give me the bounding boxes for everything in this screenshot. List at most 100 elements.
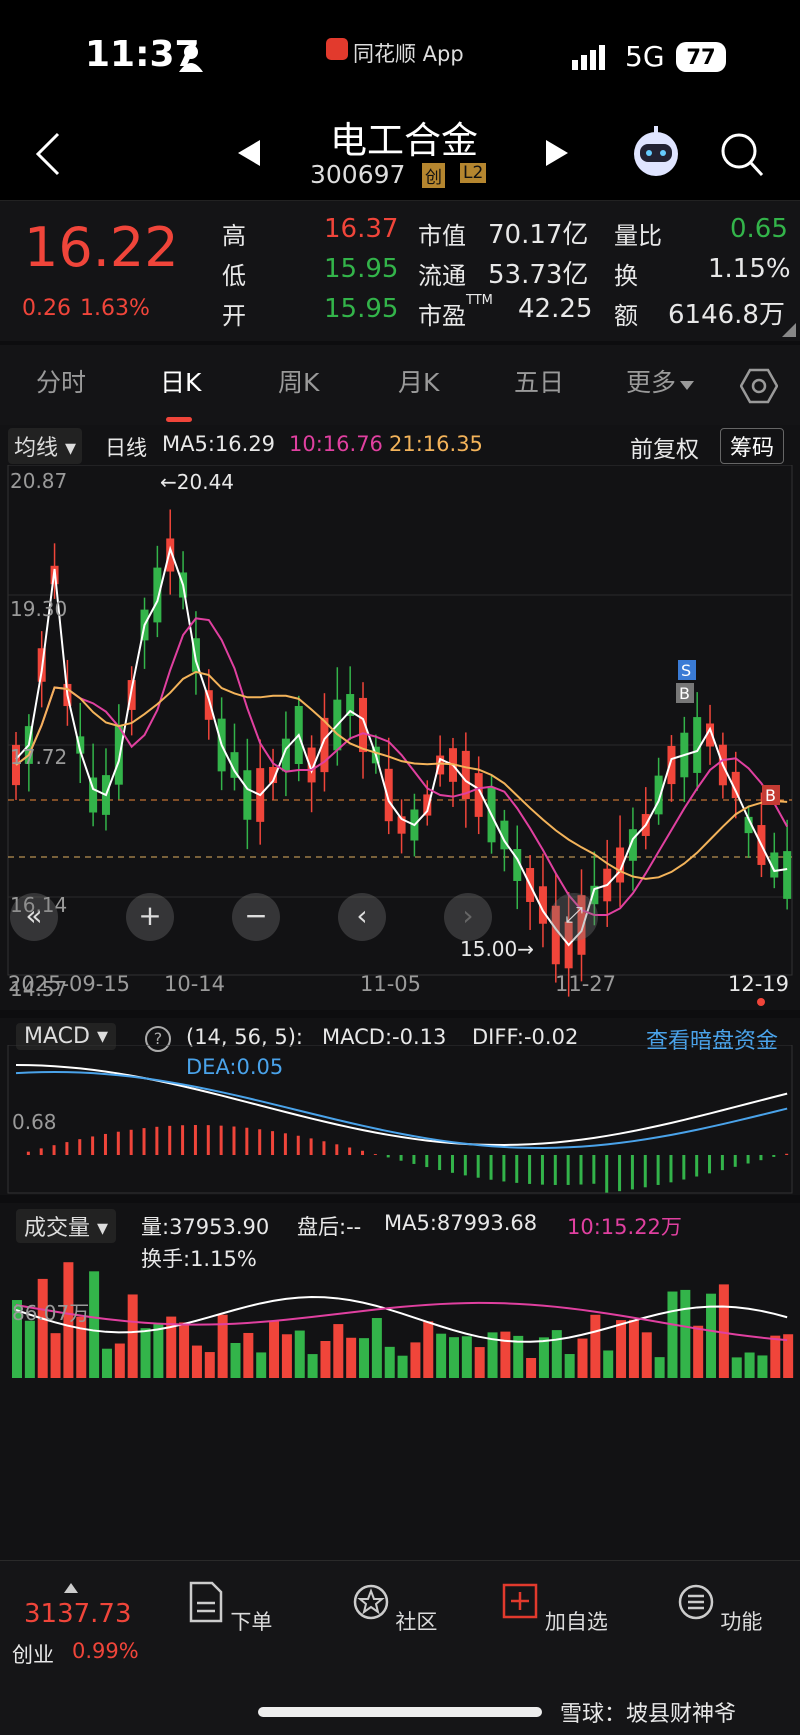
pe-value: 42.25 [518, 294, 593, 324]
tab-monthly-k[interactable]: 月K [398, 363, 439, 399]
ma5-legend: MA5:16.29 [162, 432, 276, 456]
date-label-2: 10-14 [164, 972, 226, 996]
document-icon [189, 1581, 222, 1623]
macd-bar [283, 1133, 287, 1155]
macd-bar [566, 1155, 570, 1185]
macd-bar [181, 1125, 185, 1155]
pe-label: 市盈 [418, 302, 466, 330]
open-value: 15.95 [324, 294, 399, 324]
stock-name: 电工合金 [330, 119, 478, 162]
macd-bar [412, 1155, 416, 1164]
macd-bar [386, 1155, 390, 1158]
tab-intraday[interactable]: 分时 [36, 363, 86, 399]
macd-bar [322, 1141, 326, 1155]
macd-chart[interactable] [0, 1045, 800, 1195]
tab-more[interactable]: 更多 [626, 363, 676, 399]
volume-chart[interactable] [0, 1250, 800, 1380]
max-price-marker: ←20.44 [160, 470, 235, 494]
price-change: 0.26 [22, 296, 71, 321]
low-value: 15.95 [324, 254, 399, 284]
y-label-3: 17.72 [10, 745, 68, 769]
volume-selector[interactable]: 成交量 ▾ [16, 1209, 117, 1243]
volume-bar [320, 1341, 331, 1378]
index-up-arrow-icon [64, 1583, 78, 1593]
volume-bar [564, 1354, 575, 1378]
battery-indicator: 77 [676, 42, 726, 72]
settings-hexagon-icon[interactable] [740, 367, 778, 405]
search-icon[interactable] [720, 132, 764, 178]
volume-bar [101, 1348, 112, 1378]
ma-selector-label: 均线 [14, 436, 59, 461]
ma-selector[interactable]: 均线 ▾ [8, 428, 83, 464]
watermark: 雪球：坡县财神爷 [560, 1702, 737, 1727]
ma21-legend: 21:16.35 [389, 432, 483, 456]
robot-assistant-icon[interactable] [628, 124, 684, 180]
volume-bar [243, 1332, 254, 1378]
volume-bar [153, 1323, 164, 1378]
fullscreen-button[interactable]: ⤢ [550, 893, 598, 941]
app-logo-icon [326, 38, 348, 60]
macd-bar [103, 1133, 107, 1155]
expand-corner-icon[interactable] [782, 323, 796, 337]
macd-bar [720, 1155, 724, 1171]
zoom-in-button[interactable]: + [126, 893, 174, 941]
home-indicator[interactable] [258, 1707, 542, 1717]
buy-signal-text-2: B [765, 786, 776, 805]
scroll-left-button[interactable]: ‹ [338, 893, 386, 941]
tab-weekly-k[interactable]: 周K [278, 363, 319, 399]
prev-stock-icon[interactable] [236, 138, 262, 168]
volume-bar [577, 1338, 588, 1378]
functions-label: 功能 [720, 1610, 763, 1634]
macd-bar [489, 1155, 493, 1180]
community-button[interactable]: 社区 [340, 1581, 450, 1636]
index-value[interactable]: 3137.73 [24, 1599, 132, 1629]
date-label-start: 2025-09-15 [8, 972, 131, 996]
volume-bar [37, 1278, 48, 1378]
open-label: 开 [222, 302, 246, 330]
turnover-label: 换 [614, 262, 638, 290]
volume-bar [191, 1345, 202, 1378]
tab-daily-k[interactable]: 日K [160, 363, 201, 399]
order-label: 下单 [230, 1610, 273, 1634]
current-date-dot [757, 998, 765, 1006]
zoom-out-button[interactable]: − [232, 893, 280, 941]
kline-chart[interactable]: SBB [0, 465, 800, 1010]
panel-separator [0, 1010, 800, 1018]
order-button[interactable]: 下单 [175, 1581, 285, 1636]
quote-panel: 16.22 0.26 1.63% 高 16.37 低 15.95 开 15.95… [0, 200, 800, 341]
chips-button[interactable]: 筹码 [720, 428, 785, 464]
macd-bar [78, 1139, 82, 1155]
volume-bar [731, 1357, 742, 1378]
volume-bar [603, 1350, 614, 1378]
macd-bar [348, 1147, 352, 1155]
scroll-right-button[interactable]: › [444, 893, 492, 941]
add-favorite-button[interactable]: 加自选 [500, 1581, 610, 1636]
level2-badge: L2 [460, 163, 487, 183]
next-stock-icon[interactable] [544, 138, 570, 168]
high-value: 16.37 [324, 214, 399, 244]
volume-bar [127, 1294, 138, 1378]
period-tabs: 分时 日K 周K 月K 五日 更多 [0, 345, 800, 425]
period-label: 日线 [105, 436, 147, 460]
macd-bar [476, 1155, 480, 1178]
macd-bar [708, 1155, 712, 1174]
pe-suffix: TTM [466, 293, 493, 308]
status-bar: 11:37 同花顺 App 5G 77 [0, 0, 800, 110]
rewind-button[interactable]: « [10, 893, 58, 941]
volume-bar [384, 1346, 395, 1378]
menu-circle-icon [678, 1584, 713, 1620]
tab-five-day[interactable]: 五日 [514, 363, 564, 399]
adjust-mode[interactable]: 前复权 [630, 430, 699, 464]
volume-bar [294, 1330, 305, 1378]
volume-bar [551, 1330, 562, 1378]
network-type: 5G [625, 40, 665, 73]
macd-bar [540, 1155, 544, 1185]
back-icon[interactable] [34, 132, 62, 176]
volume-bar [770, 1335, 781, 1378]
amount-label: 额 [614, 302, 638, 330]
volume-bar [718, 1284, 729, 1378]
macd-axis-label: 0.68 [12, 1110, 57, 1134]
volume-bar [423, 1321, 434, 1378]
functions-button[interactable]: 功能 [665, 1581, 775, 1636]
after-hours-value: 盘后:-- [297, 1215, 362, 1239]
